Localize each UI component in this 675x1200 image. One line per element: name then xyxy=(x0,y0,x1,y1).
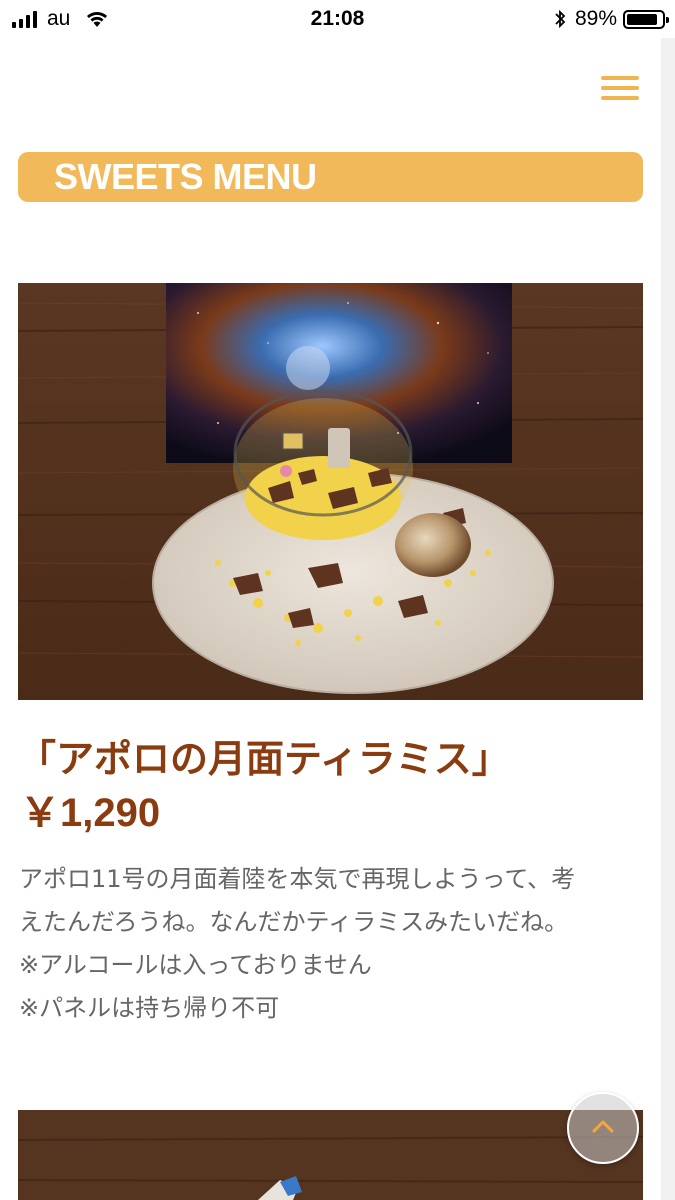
dessert-photo xyxy=(18,283,643,700)
next-item-photo xyxy=(18,1110,643,1200)
status-right: 89% xyxy=(553,7,669,31)
hamburger-menu-icon[interactable] xyxy=(601,76,639,100)
description-line: えたんだろうね。なんだかティラミスみたいだね。 xyxy=(19,908,569,936)
status-bar: au 21:08 89% xyxy=(0,0,675,38)
scroll-to-top-button[interactable] xyxy=(567,1092,639,1164)
tiramisu-image xyxy=(18,283,643,700)
battery-icon xyxy=(623,9,669,29)
bluetooth-icon xyxy=(555,9,566,29)
item-description: アポロ11号の月面着陸を本気で再現しようって、考 えたんだろうね。なんだかティラ… xyxy=(19,858,644,1030)
description-line: ※パネルは持ち帰り不可 xyxy=(19,994,280,1022)
description-line: アポロ11号の月面着陸を本気で再現しようって、考 xyxy=(19,865,576,893)
item-name: 「アポロの月面ティラミス」 xyxy=(18,737,510,781)
battery-percent: 89% xyxy=(574,7,617,30)
chevron-up-icon xyxy=(592,1120,614,1133)
section-heading-bar: SWEETS MENU xyxy=(18,152,643,202)
description-line: ※アルコールは入っておりません xyxy=(19,951,372,979)
item-price: ￥1,290 xyxy=(20,791,161,835)
next-dessert-image xyxy=(18,1110,643,1200)
scrollbar-track[interactable] xyxy=(661,38,675,1200)
section-title: SWEETS MENU xyxy=(54,156,317,197)
